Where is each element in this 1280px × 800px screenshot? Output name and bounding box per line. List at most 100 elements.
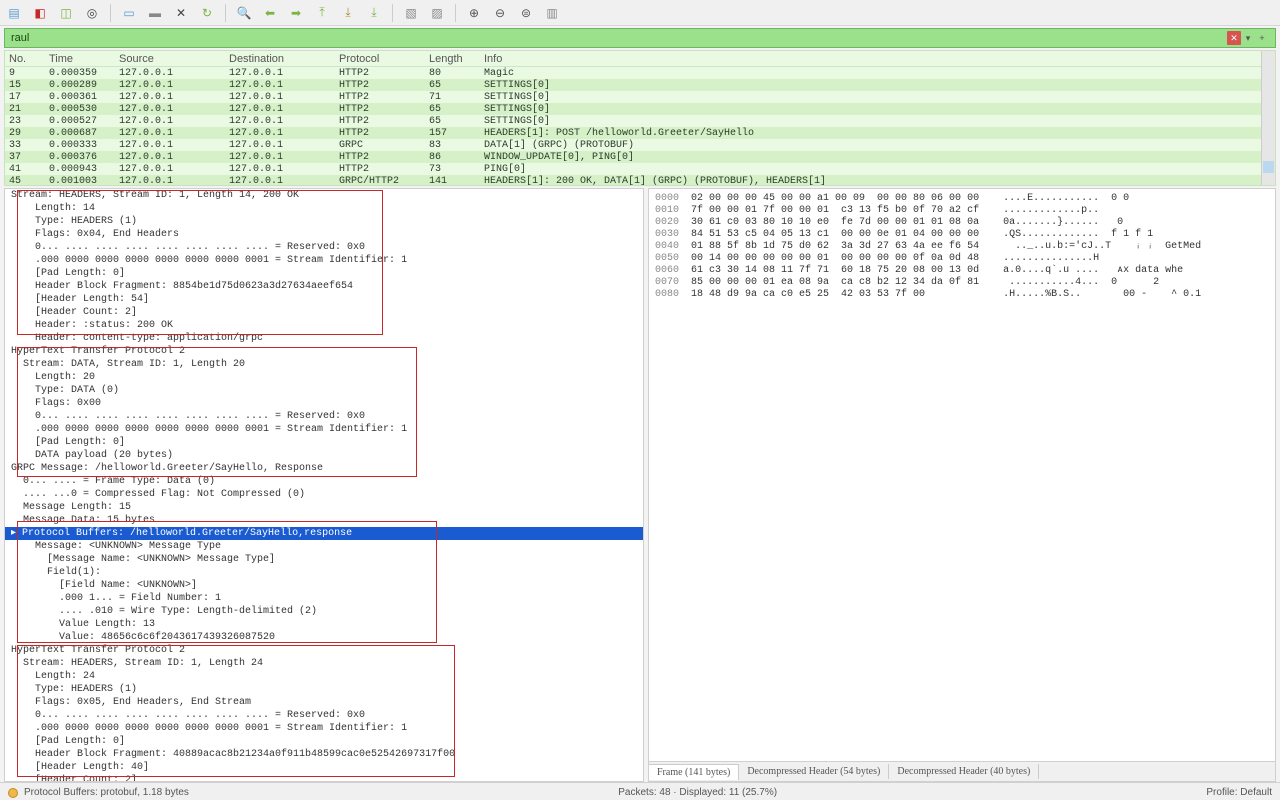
hex-line[interactable]: 0060 61 c3 30 14 08 11 7f 71 60 18 75 20… (655, 265, 1269, 277)
jump-icon[interactable]: ⤒ (314, 5, 330, 21)
detail-line[interactable]: .000 1... = Field Number: 1 (5, 592, 643, 605)
detail-line[interactable]: Message Data: 15 bytes (5, 514, 643, 527)
detail-line[interactable]: .... .010 = Wire Type: Length-delimited … (5, 605, 643, 618)
detail-line[interactable]: Flags: 0x00 (5, 397, 643, 410)
detail-line[interactable]: Type: HEADERS (1) (5, 683, 643, 696)
hex-line[interactable]: 0030 84 51 53 c5 04 05 13 c1 00 00 0e 01… (655, 229, 1269, 241)
packet-row[interactable]: 90.000359127.0.0.1127.0.0.1HTTP280Magic (5, 67, 1275, 79)
hex-line[interactable]: 0080 18 48 d9 9a ca c0 e5 25 42 03 53 7f… (655, 289, 1269, 301)
bookmark-icon[interactable]: ◧ (32, 5, 48, 21)
packet-list-scrollbar[interactable] (1261, 51, 1275, 185)
detail-line[interactable]: Stream: HEADERS, Stream ID: 1, Length 14… (5, 189, 643, 202)
detail-line[interactable]: .000 0000 0000 0000 0000 0000 0000 0001 … (5, 722, 643, 735)
hex-line[interactable]: 0040 01 88 5f 8b 1d 75 d0 62 3a 3d 27 63… (655, 241, 1269, 253)
detail-line[interactable]: Message: <UNKNOWN> Message Type (5, 540, 643, 553)
packet-row[interactable]: 210.000530127.0.0.1127.0.0.1HTTP265SETTI… (5, 103, 1275, 115)
detail-line[interactable]: Flags: 0x05, End Headers, End Stream (5, 696, 643, 709)
zoom-in-icon[interactable]: ⊕ (466, 5, 482, 21)
close-icon[interactable]: ✕ (173, 5, 189, 21)
detail-line[interactable]: Header: :status: 200 OK (5, 319, 643, 332)
hex-line[interactable]: 0020 30 61 c0 03 80 10 10 e0 fe 7d 00 00… (655, 217, 1269, 229)
colorize-icon[interactable]: ▨ (429, 5, 445, 21)
resize-cols-icon[interactable]: ▥ (544, 5, 560, 21)
detail-line[interactable]: Length: 24 (5, 670, 643, 683)
hex-tab[interactable]: Frame (141 bytes) (649, 764, 739, 780)
packet-row[interactable]: 410.000943127.0.0.1127.0.0.1HTTP273PING[… (5, 163, 1275, 175)
packet-bytes-pane[interactable]: 0000 02 00 00 00 45 00 00 a1 00 09 00 00… (648, 188, 1276, 782)
col-info[interactable]: Info (484, 53, 1271, 65)
hex-tab[interactable]: Decompressed Header (40 bytes) (889, 764, 1039, 779)
detail-line[interactable]: HyperText Transfer Protocol 2 (5, 345, 643, 358)
detail-line[interactable]: [Pad Length: 0] (5, 735, 643, 748)
detail-line[interactable]: Type: HEADERS (1) (5, 215, 643, 228)
col-destination[interactable]: Destination (229, 53, 339, 65)
hex-line[interactable]: 0000 02 00 00 00 45 00 00 a1 00 09 00 00… (655, 193, 1269, 205)
detail-line[interactable]: Header Block Fragment: 40889acac8b21234a… (5, 748, 643, 761)
hex-line[interactable]: 0010 7f 00 00 01 7f 00 00 01 c3 13 f5 b0… (655, 205, 1269, 217)
hex-tab[interactable]: Decompressed Header (54 bytes) (739, 764, 889, 779)
col-time[interactable]: Time (49, 53, 119, 65)
packet-row[interactable]: 330.000333127.0.0.1127.0.0.1GRPC83DATA[1… (5, 139, 1275, 151)
zoom-fit-icon[interactable]: ⊜ (518, 5, 534, 21)
prev-icon[interactable]: ⬅ (262, 5, 278, 21)
detail-line[interactable]: .... ...0 = Compressed Flag: Not Compres… (5, 488, 643, 501)
save-icon[interactable]: ▬ (147, 5, 163, 21)
packet-details-pane[interactable]: Stream: HEADERS, Stream ID: 1, Length 14… (4, 188, 644, 782)
detail-line[interactable]: Message Length: 15 (5, 501, 643, 514)
col-no[interactable]: No. (9, 53, 49, 65)
detail-line[interactable]: [Field Name: <UNKNOWN>] (5, 579, 643, 592)
detail-line[interactable]: Header Block Fragment: 8854be1d75d0623a3… (5, 280, 643, 293)
detail-line[interactable]: 0... .... .... .... .... .... .... .... … (5, 241, 643, 254)
status-profile[interactable]: Profile: Default (1206, 787, 1272, 798)
detail-line[interactable]: GRPC Message: /helloworld.Greeter/SayHel… (5, 462, 643, 475)
detail-line[interactable]: ▸ Protocol Buffers: /helloworld.Greeter/… (5, 527, 643, 540)
layers-icon[interactable]: ◫ (58, 5, 74, 21)
detail-line[interactable]: Header: content-type: application/grpc (5, 332, 643, 345)
hex-line[interactable]: 0050 00 14 00 00 00 00 00 01 00 00 00 00… (655, 253, 1269, 265)
packet-row[interactable]: 230.000527127.0.0.1127.0.0.1HTTP265SETTI… (5, 115, 1275, 127)
find-icon[interactable]: 🔍 (236, 5, 252, 21)
filter-clear-icon[interactable]: ✕ (1227, 31, 1241, 45)
detail-line[interactable]: Flags: 0x04, End Headers (5, 228, 643, 241)
detail-line[interactable]: [Header Length: 54] (5, 293, 643, 306)
detail-line[interactable]: .000 0000 0000 0000 0000 0000 0000 0001 … (5, 423, 643, 436)
file-icon[interactable]: ▤ (6, 5, 22, 21)
packet-row[interactable]: 150.000289127.0.0.1127.0.0.1HTTP265SETTI… (5, 79, 1275, 91)
detail-line[interactable]: 0... .... .... .... .... .... .... .... … (5, 709, 643, 722)
detail-line[interactable]: [Header Length: 40] (5, 761, 643, 774)
goto-last-icon[interactable]: ⤓ (366, 5, 382, 21)
detail-line[interactable]: Length: 20 (5, 371, 643, 384)
zoom-out-icon[interactable]: ⊖ (492, 5, 508, 21)
detail-line[interactable]: HyperText Transfer Protocol 2 (5, 644, 643, 657)
detail-line[interactable]: .000 0000 0000 0000 0000 0000 0000 0001 … (5, 254, 643, 267)
detail-line[interactable]: 0... .... = Frame Type: Data (0) (5, 475, 643, 488)
detail-line[interactable]: Stream: DATA, Stream ID: 1, Length 20 (5, 358, 643, 371)
target-icon[interactable]: ◎ (84, 5, 100, 21)
packet-row[interactable]: 290.000687127.0.0.1127.0.0.1HTTP2157HEAD… (5, 127, 1275, 139)
detail-line[interactable]: DATA payload (20 bytes) (5, 449, 643, 462)
detail-line[interactable]: Field(1): (5, 566, 643, 579)
hex-line[interactable]: 0070 85 00 00 00 01 ea 08 9a ca c8 b2 12… (655, 277, 1269, 289)
packet-row[interactable]: 170.000361127.0.0.1127.0.0.1HTTP271SETTI… (5, 91, 1275, 103)
packet-row[interactable]: 450.001003127.0.0.1127.0.0.1GRPC/HTTP214… (5, 175, 1275, 186)
reload-icon[interactable]: ↻ (199, 5, 215, 21)
detail-line[interactable]: Type: DATA (0) (5, 384, 643, 397)
autoscroll-icon[interactable]: ▧ (403, 5, 419, 21)
col-length[interactable]: Length (429, 53, 484, 65)
detail-line[interactable]: Length: 14 (5, 202, 643, 215)
packet-row[interactable]: 370.000376127.0.0.1127.0.0.1HTTP286WINDO… (5, 151, 1275, 163)
folder-icon[interactable]: ▭ (121, 5, 137, 21)
detail-line[interactable]: [Header Count: 2] (5, 774, 643, 782)
filter-apply-icon[interactable]: + (1255, 31, 1269, 45)
detail-line[interactable]: [Message Name: <UNKNOWN> Message Type] (5, 553, 643, 566)
detail-line[interactable]: [Pad Length: 0] (5, 267, 643, 280)
detail-line[interactable]: Value: 48656c6c6f2043617439326087520 (5, 631, 643, 644)
col-protocol[interactable]: Protocol (339, 53, 429, 65)
display-filter-input[interactable] (11, 32, 1223, 44)
detail-line[interactable]: Stream: HEADERS, Stream ID: 1, Length 24 (5, 657, 643, 670)
col-source[interactable]: Source (119, 53, 229, 65)
detail-line[interactable]: [Header Count: 2] (5, 306, 643, 319)
detail-line[interactable]: 0... .... .... .... .... .... .... .... … (5, 410, 643, 423)
goto-first-icon[interactable]: ⤓ (340, 5, 356, 21)
next-icon[interactable]: ➡ (288, 5, 304, 21)
